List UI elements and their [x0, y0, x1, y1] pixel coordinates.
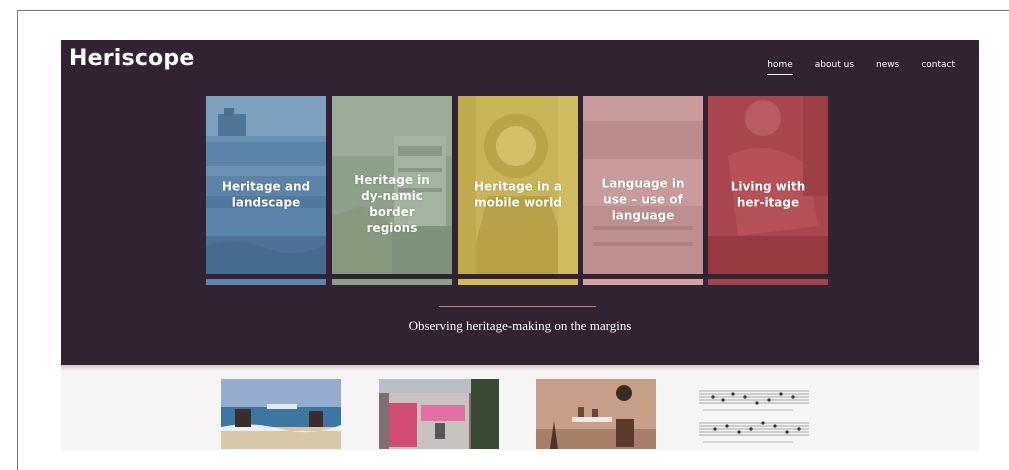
thumbnail-graffiti[interactable]	[379, 379, 499, 449]
theme-card-landscape[interactable]: Heritage and landscape	[206, 96, 326, 274]
hero-banner: Heriscope home about us news contact Her…	[61, 40, 979, 365]
nav-about-us[interactable]: about us	[815, 60, 854, 70]
theme-card-living-heritage[interactable]: Living with her-itage	[708, 96, 828, 274]
graffiti-building-photo	[379, 379, 499, 449]
thumbnail-strip	[61, 365, 979, 450]
theme-card-language[interactable]: Language in use – use of language	[583, 96, 703, 274]
theme-label: Living with her-itage	[730, 179, 806, 210]
theme-label: Heritage in a mobile world	[474, 179, 562, 210]
beach-photo	[221, 379, 341, 449]
main-nav: home about us news contact	[767, 60, 955, 75]
thumbnail-museum[interactable]	[536, 379, 656, 449]
frame-border-left	[17, 10, 18, 470]
frame-border-top	[17, 10, 1009, 11]
nav-contact[interactable]: contact	[921, 60, 955, 70]
theme-bar-living-heritage	[708, 279, 828, 285]
nav-home[interactable]: home	[767, 60, 793, 75]
museum-exhibit-photo	[536, 379, 656, 449]
theme-card-mobile-world[interactable]: Heritage in a mobile world	[458, 96, 578, 274]
site-tagline: Observing heritage-making on the margins	[408, 318, 632, 333]
thumbnail-sheet-music[interactable]	[693, 379, 813, 449]
thumbnail-beach[interactable]	[221, 379, 341, 449]
theme-label: Heritage and landscape	[221, 179, 311, 210]
nav-news[interactable]: news	[876, 60, 899, 70]
theme-label: Heritage in dy-namic border regions	[354, 173, 430, 236]
theme-bar-language	[583, 279, 703, 285]
theme-bar-mobile-world	[458, 279, 578, 285]
theme-label: Language in use – use of language	[601, 176, 685, 223]
tagline-divider	[439, 306, 596, 307]
theme-card-border-regions[interactable]: Heritage in dy-namic border regions	[332, 96, 452, 274]
sheet-music-image	[693, 379, 813, 449]
strip-shadow	[61, 365, 979, 371]
site-logo[interactable]: Heriscope	[69, 46, 194, 71]
theme-bar-landscape	[206, 279, 326, 285]
theme-bar-border-regions	[332, 279, 452, 285]
